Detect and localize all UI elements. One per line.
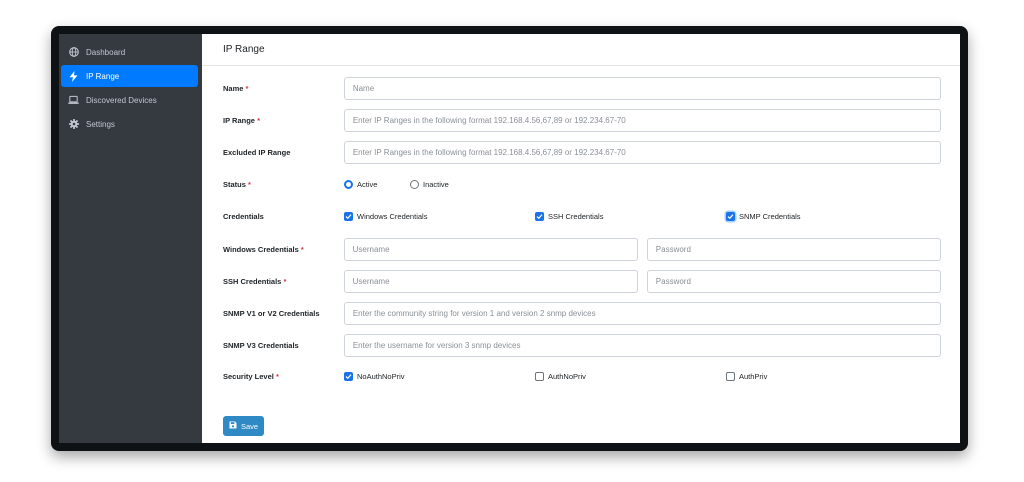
name-input[interactable] [343,77,941,100]
status-row: Status * Active Inactive [223,175,941,193]
floppy-disk-icon [229,421,237,431]
required-marker: * [248,179,251,189]
ssh-credentials-checkbox[interactable]: SSH Credentials [535,211,726,221]
ssh-credentials-label: SSH Credentials [223,277,282,286]
windows-credentials-checkbox[interactable]: Windows Credentials [344,211,535,221]
excluded-ip-range-row: Excluded IP Range [223,141,941,164]
status-label: Status [223,179,246,189]
sidebar-item-label: Settings [86,119,115,129]
checkbox-label: SNMP Credentials [739,211,801,221]
status-active-radio[interactable]: Active [344,179,410,189]
checkbox-label: SSH Credentials [548,211,604,221]
authnopriv-checkbox[interactable]: AuthNoPriv [535,371,726,381]
required-marker: * [283,277,287,286]
snmp-community-string-input[interactable] [343,302,941,325]
save-button[interactable]: Save [223,416,264,436]
checkbox-checked-icon [726,211,735,221]
ip-range-input[interactable] [343,109,941,132]
save-label: Save [240,421,259,431]
required-marker: * [300,245,304,254]
checkbox-label: AuthNoPriv [548,371,586,381]
windows-credentials-row: Windows Credentials * [223,238,941,261]
windows-username-input[interactable] [343,238,638,261]
ssh-credentials-row: SSH Credentials * [223,270,941,293]
checkbox-unchecked-icon [726,371,735,381]
bolt-icon [68,70,79,82]
security-level-label: Security Level [223,371,274,381]
required-marker: * [257,116,260,125]
laptop-icon [68,95,79,106]
name-row: Name * [223,77,941,100]
ssh-password-input[interactable] [646,270,941,293]
snmp-v1-v2-row: SNMP V1 or V2 Credentials [223,302,941,325]
sidebar-item-settings[interactable]: Settings [61,113,198,135]
authpriv-checkbox[interactable]: AuthPriv [726,371,768,381]
noauthnopriv-checkbox[interactable]: NoAuthNoPriv [344,371,535,381]
app-window: Dashboard IP Range Discovered Devices Se… [59,34,960,443]
excluded-ip-range-input[interactable] [343,141,941,164]
checkbox-checked-icon [344,211,353,221]
sidebar-item-dashboard[interactable]: Dashboard [61,41,198,63]
ip-range-row: IP Range * [223,109,941,132]
status-inactive-radio[interactable]: Inactive [410,179,449,189]
excluded-ip-range-label: Excluded IP Range [223,148,291,157]
sidebar-item-discovered-devices[interactable]: Discovered Devices [61,89,198,111]
sidebar-item-label: Discovered Devices [86,95,157,105]
radio-label: Active [357,179,378,189]
checkbox-label: Windows Credentials [357,211,428,221]
required-marker: * [245,84,249,93]
security-level-row: Security Level * NoAuthNoPriv AuthNoPriv… [223,367,941,385]
page-title: IP Range [202,34,960,66]
gear-icon [68,119,79,130]
snmp-credentials-checkbox[interactable]: SNMP Credentials [726,211,801,221]
checkbox-unchecked-icon [535,371,544,381]
snmp-v1-v2-label: SNMP V1 or V2 Credentials [223,309,320,318]
radio-checked-icon [344,179,353,189]
sidebar: Dashboard IP Range Discovered Devices Se… [59,34,202,443]
checkbox-checked-icon [344,371,353,381]
credentials-row: Credentials Windows Credentials SSH Cred… [223,207,941,225]
radio-label: Inactive [423,179,449,189]
main-content: IP Range Name * IP Range * Excluded IP R… [202,34,960,443]
credentials-label: Credentials [223,211,264,221]
checkbox-label: AuthPriv [739,371,768,381]
snmp-v3-row: SNMP V3 Credentials [223,334,941,357]
windows-credentials-label: Windows Credentials [223,245,299,254]
sidebar-item-ip-range[interactable]: IP Range [61,65,198,87]
snmp-v3-label: SNMP V3 Credentials [223,341,299,350]
name-label: Name [223,84,244,93]
sidebar-item-label: Dashboard [86,47,126,57]
globe-icon [68,47,79,58]
ip-range-label: IP Range [223,116,255,125]
checkbox-label: NoAuthNoPriv [357,371,405,381]
ssh-username-input[interactable] [343,270,638,293]
radio-unchecked-icon [410,179,419,189]
snmp-v3-username-input[interactable] [343,334,941,357]
windows-password-input[interactable] [646,238,941,261]
sidebar-item-label: IP Range [86,71,120,81]
checkbox-checked-icon [535,211,544,221]
required-marker: * [275,371,279,381]
